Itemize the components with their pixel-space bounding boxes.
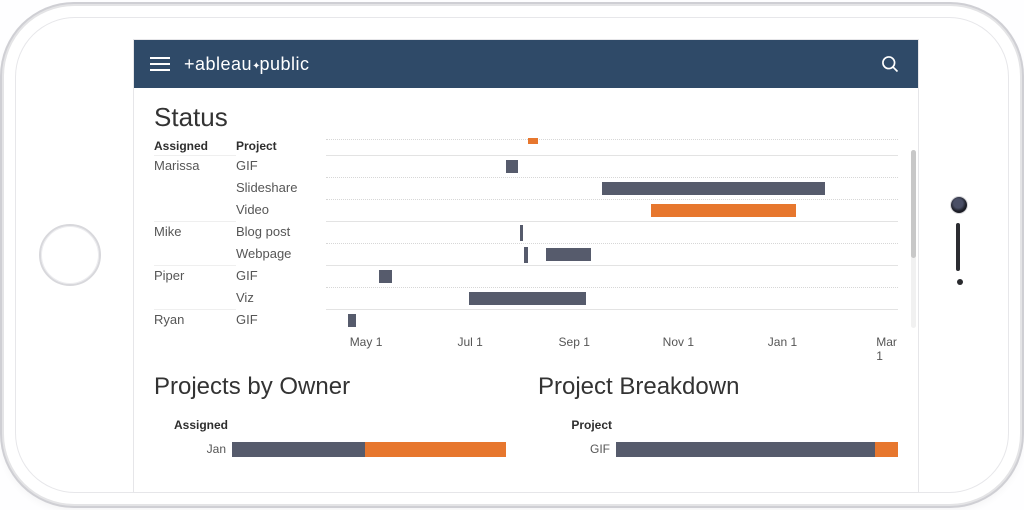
axis-tick: May 1 (350, 335, 383, 349)
gantt-bar[interactable] (602, 182, 825, 195)
gantt-assigned-label: Piper (154, 265, 236, 287)
gantt-bar[interactable] (524, 247, 529, 263)
gantt-bar[interactable] (348, 314, 357, 327)
gantt-project-label: Video (236, 199, 326, 221)
speaker-slit (956, 223, 960, 271)
bar-segment (875, 442, 898, 457)
gantt-assigned-label (154, 177, 236, 199)
gantt-project-label: GIF (236, 309, 326, 331)
sensor-dot (957, 279, 963, 285)
bar-segment (616, 442, 875, 457)
app-bar: +ableau✦public (134, 40, 918, 88)
gantt-project-label: GIF (236, 265, 326, 287)
gantt-row: Webpage (154, 243, 898, 265)
gantt-cell (326, 265, 898, 287)
gantt-project-label: GIF (236, 155, 326, 177)
status-title: Status (154, 102, 898, 133)
gantt-bar[interactable] (651, 204, 796, 217)
project-breakdown-title: Project Breakdown (538, 373, 898, 401)
stacked-bar[interactable] (616, 442, 898, 457)
scrollbar-thumb[interactable] (911, 150, 916, 258)
axis-tick: Sep 1 (559, 335, 590, 349)
status-gantt-chart: Assigned Project MarissaGIFSlideshareVid… (154, 137, 898, 351)
projects-by-owner-title: Projects by Owner (154, 373, 514, 401)
axis-tick: Mar 1 (876, 335, 897, 363)
gantt-x-axis: May 1Jul 1Sep 1Nov 1Jan 1Mar 1 (326, 335, 898, 351)
col-header-assigned: Assigned (154, 139, 236, 153)
gantt-marker (528, 138, 538, 144)
gantt-cell (326, 177, 898, 199)
stacked-bar-row: Jan (154, 439, 514, 459)
gantt-row: PiperGIF (154, 265, 898, 287)
home-button[interactable] (39, 224, 101, 286)
gantt-cell (326, 243, 898, 265)
gantt-bar[interactable] (506, 160, 517, 173)
gantt-cell (326, 309, 898, 331)
row-label: Jan (154, 442, 232, 456)
gantt-assigned-label (154, 287, 236, 309)
row-label: GIF (538, 442, 616, 456)
gantt-cell (326, 155, 898, 177)
gantt-bar[interactable] (546, 248, 591, 261)
projects-by-owner-panel: Projects by Owner Assigned Jan (154, 373, 514, 459)
project-breakdown-panel: Project Breakdown Project GIF (538, 373, 898, 459)
gantt-bar[interactable] (469, 292, 586, 305)
brand-logo[interactable]: +ableau✦public (184, 54, 310, 75)
camera-cluster (931, 195, 975, 315)
hamburger-icon[interactable] (146, 51, 174, 77)
stacked-bar[interactable] (232, 442, 514, 457)
gantt-cell (326, 221, 898, 243)
phone-frame: +ableau✦public Status Assigned Project (4, 6, 1020, 504)
col-header-project: Project (236, 139, 326, 153)
gantt-row: Video (154, 199, 898, 221)
phone-inner: +ableau✦public Status Assigned Project (15, 17, 1009, 493)
gantt-cell (326, 287, 898, 309)
gantt-assigned-label: Mike (154, 221, 236, 243)
axis-tick: Jul 1 (457, 335, 482, 349)
gantt-project-label: Viz (236, 287, 326, 309)
axis-tick: Jan 1 (768, 335, 797, 349)
gantt-cell (326, 199, 898, 221)
pbd-header: Project (538, 418, 616, 432)
gantt-project-label: Webpage (236, 243, 326, 265)
bar-segment (232, 442, 365, 457)
screen: +ableau✦public Status Assigned Project (133, 39, 919, 493)
search-icon[interactable] (874, 48, 906, 80)
gantt-assigned-label: Ryan (154, 309, 236, 331)
gantt-project-label: Blog post (236, 221, 326, 243)
brand-right: public (259, 54, 309, 74)
scrollbar[interactable] (911, 150, 916, 328)
axis-tick: Nov 1 (663, 335, 694, 349)
gantt-row: MikeBlog post (154, 221, 898, 243)
gantt-row: Viz (154, 287, 898, 309)
gantt-row: MarissaGIF (154, 155, 898, 177)
gantt-bar[interactable] (379, 270, 392, 283)
gantt-assigned-label (154, 243, 236, 265)
gantt-project-label: Slideshare (236, 177, 326, 199)
pbo-header: Assigned (154, 418, 232, 432)
content-area: Status Assigned Project MarissaGIFSlides… (134, 88, 918, 492)
gantt-bar[interactable] (520, 225, 522, 241)
brand-left: +ableau (184, 54, 252, 74)
bar-segment (365, 442, 506, 457)
gantt-assigned-label (154, 199, 236, 221)
gantt-row: Slideshare (154, 177, 898, 199)
stacked-bar-row: GIF (538, 439, 898, 459)
camera-icon (951, 197, 967, 213)
gantt-row: RyanGIF (154, 309, 898, 331)
gantt-assigned-label: Marissa (154, 155, 236, 177)
